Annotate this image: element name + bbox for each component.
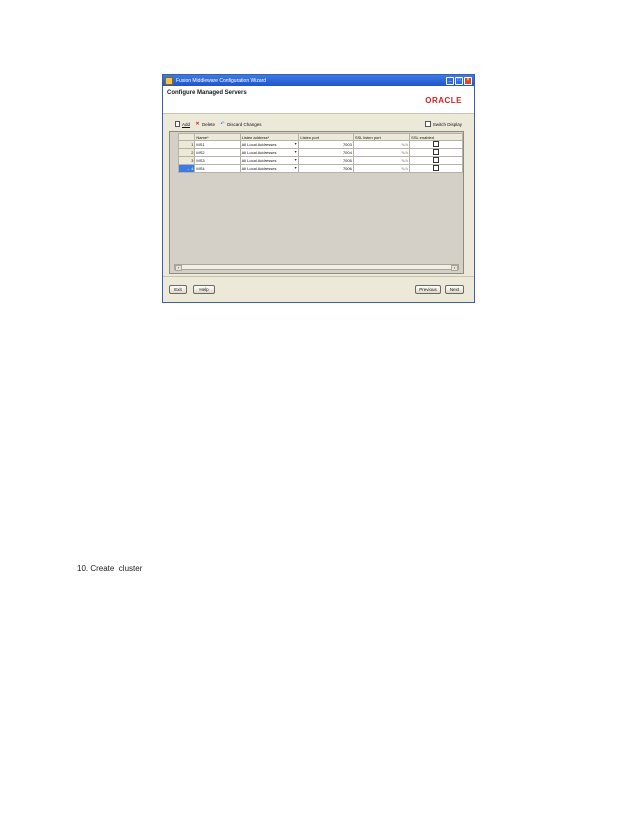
previous-button[interactable]: Previous xyxy=(415,285,441,294)
config-wizard-window: Fusion Middleware Configuration Wizard _… xyxy=(162,74,475,303)
table-header-row: Name* Listen address* Listen port SSL li… xyxy=(177,133,463,141)
listen-address-value: All Local Addresses xyxy=(241,158,277,163)
listen-address-value: All Local Addresses xyxy=(241,142,277,147)
column-header-ssl-listen-port[interactable]: SSL listen port xyxy=(352,133,411,141)
listen-address-value: All Local Addresses xyxy=(241,150,277,155)
exit-button[interactable]: Exit xyxy=(169,285,187,294)
listen-port-cell[interactable]: 7005 xyxy=(298,156,354,165)
row-number: 3 xyxy=(177,156,196,165)
undo-icon: ↶ xyxy=(220,120,225,127)
servers-table-area: Name* Listen address* Listen port SSL li… xyxy=(169,131,464,274)
listen-address-value: All Local Addresses xyxy=(241,166,277,171)
table-row[interactable]: → 4 MS4 All Local Addresses ▼ 7006 N/A xyxy=(177,164,463,173)
app-icon xyxy=(165,76,173,85)
wizard-footer: Exit Help Previous Next xyxy=(163,276,474,302)
listen-address-cell[interactable]: All Local Addresses ▼ xyxy=(239,164,300,173)
add-icon xyxy=(175,121,180,127)
ssl-listen-port-cell: N/A xyxy=(352,164,411,173)
row-number: 1 xyxy=(177,140,196,149)
table-row[interactable]: 3 MS3 All Local Addresses ▼ 7005 N/A xyxy=(177,156,463,165)
toolbar: Add ✕ Delete ↶ Discard Changes Switch Di… xyxy=(175,120,462,128)
ssl-enabled-cell xyxy=(409,156,463,165)
switch-display-label: Switch Display xyxy=(432,121,462,127)
dropdown-arrow-icon[interactable]: ▼ xyxy=(294,142,297,146)
window-title: Fusion Middleware Configuration Wizard xyxy=(176,77,267,84)
table-row[interactable]: 1 MS1 All Local Addresses ▼ 7003 N/A xyxy=(177,140,463,149)
listen-port-cell[interactable]: 7003 xyxy=(298,140,354,149)
servers-table: Name* Listen address* Listen port SSL li… xyxy=(177,133,463,173)
minimize-button[interactable]: _ xyxy=(446,76,454,85)
listen-address-cell[interactable]: All Local Addresses ▼ xyxy=(239,140,300,149)
column-header-name[interactable]: Name* xyxy=(194,133,241,141)
listen-port-cell[interactable]: 7006 xyxy=(298,164,354,173)
delete-icon: ✕ xyxy=(195,120,200,127)
row-number-value: 4 xyxy=(191,166,194,171)
ssl-listen-port-cell: N/A xyxy=(352,148,411,157)
dropdown-arrow-icon[interactable]: ▼ xyxy=(294,166,297,170)
page-title: Configure Managed Servers xyxy=(167,90,247,96)
horizontal-scrollbar[interactable]: ‹ › xyxy=(174,264,459,271)
step-caption: 10. Create cluster xyxy=(77,564,143,573)
column-header-ssl-enabled[interactable]: SSL enabled xyxy=(409,133,463,141)
delete-label: Delete xyxy=(202,121,216,127)
listen-address-cell[interactable]: All Local Addresses ▼ xyxy=(239,148,300,157)
scroll-right-icon[interactable]: › xyxy=(451,265,458,271)
ssl-enabled-cell xyxy=(409,140,463,149)
ssl-enabled-checkbox[interactable] xyxy=(433,165,440,171)
help-button[interactable]: Help xyxy=(193,285,215,294)
column-header-listen-port[interactable]: Listen port xyxy=(298,133,354,141)
discard-label: Discard Changes xyxy=(227,121,262,127)
dropdown-arrow-icon[interactable]: ▼ xyxy=(294,150,297,154)
column-header-listen-address[interactable]: Listen address* xyxy=(239,133,300,141)
table-row[interactable]: 2 MS2 All Local Addresses ▼ 7004 N/A xyxy=(177,148,463,157)
page-header: Configure Managed Servers ORACLE xyxy=(163,86,474,114)
ssl-enabled-checkbox[interactable] xyxy=(433,141,440,147)
ssl-listen-port-cell: N/A xyxy=(352,140,411,149)
listen-port-cell[interactable]: 7004 xyxy=(298,148,354,157)
close-button[interactable]: × xyxy=(464,76,472,85)
next-button[interactable]: Next xyxy=(445,285,464,294)
discard-changes-button[interactable]: ↶ Discard Changes xyxy=(220,120,262,127)
name-cell[interactable]: MS4 xyxy=(194,164,241,173)
ssl-enabled-cell xyxy=(409,164,463,173)
ssl-enabled-cell xyxy=(409,148,463,157)
ssl-enabled-checkbox[interactable] xyxy=(433,149,440,155)
name-cell[interactable]: MS2 xyxy=(194,148,241,157)
name-cell[interactable]: MS3 xyxy=(194,156,241,165)
row-number-header xyxy=(177,133,196,141)
dropdown-arrow-icon[interactable]: ▼ xyxy=(294,158,297,162)
ssl-listen-port-cell: N/A xyxy=(352,156,411,165)
oracle-logo: ORACLE xyxy=(425,96,462,105)
delete-button[interactable]: ✕ Delete xyxy=(195,120,216,127)
add-label: Add xyxy=(182,121,191,127)
current-row-arrow-icon: → xyxy=(186,166,191,171)
row-number: 2 xyxy=(177,148,196,157)
add-button[interactable]: Add xyxy=(175,121,190,127)
title-bar[interactable]: Fusion Middleware Configuration Wizard _… xyxy=(163,75,474,86)
row-number-current: → 4 xyxy=(177,164,196,173)
ssl-enabled-checkbox[interactable] xyxy=(433,157,440,163)
scroll-left-icon[interactable]: ‹ xyxy=(175,265,182,271)
switch-display-button[interactable]: Switch Display xyxy=(424,121,462,127)
name-cell[interactable]: MS1 xyxy=(194,140,241,149)
listen-address-cell[interactable]: All Local Addresses ▼ xyxy=(239,156,300,165)
switch-display-icon xyxy=(424,121,431,127)
maximize-button[interactable]: □ xyxy=(455,76,463,85)
